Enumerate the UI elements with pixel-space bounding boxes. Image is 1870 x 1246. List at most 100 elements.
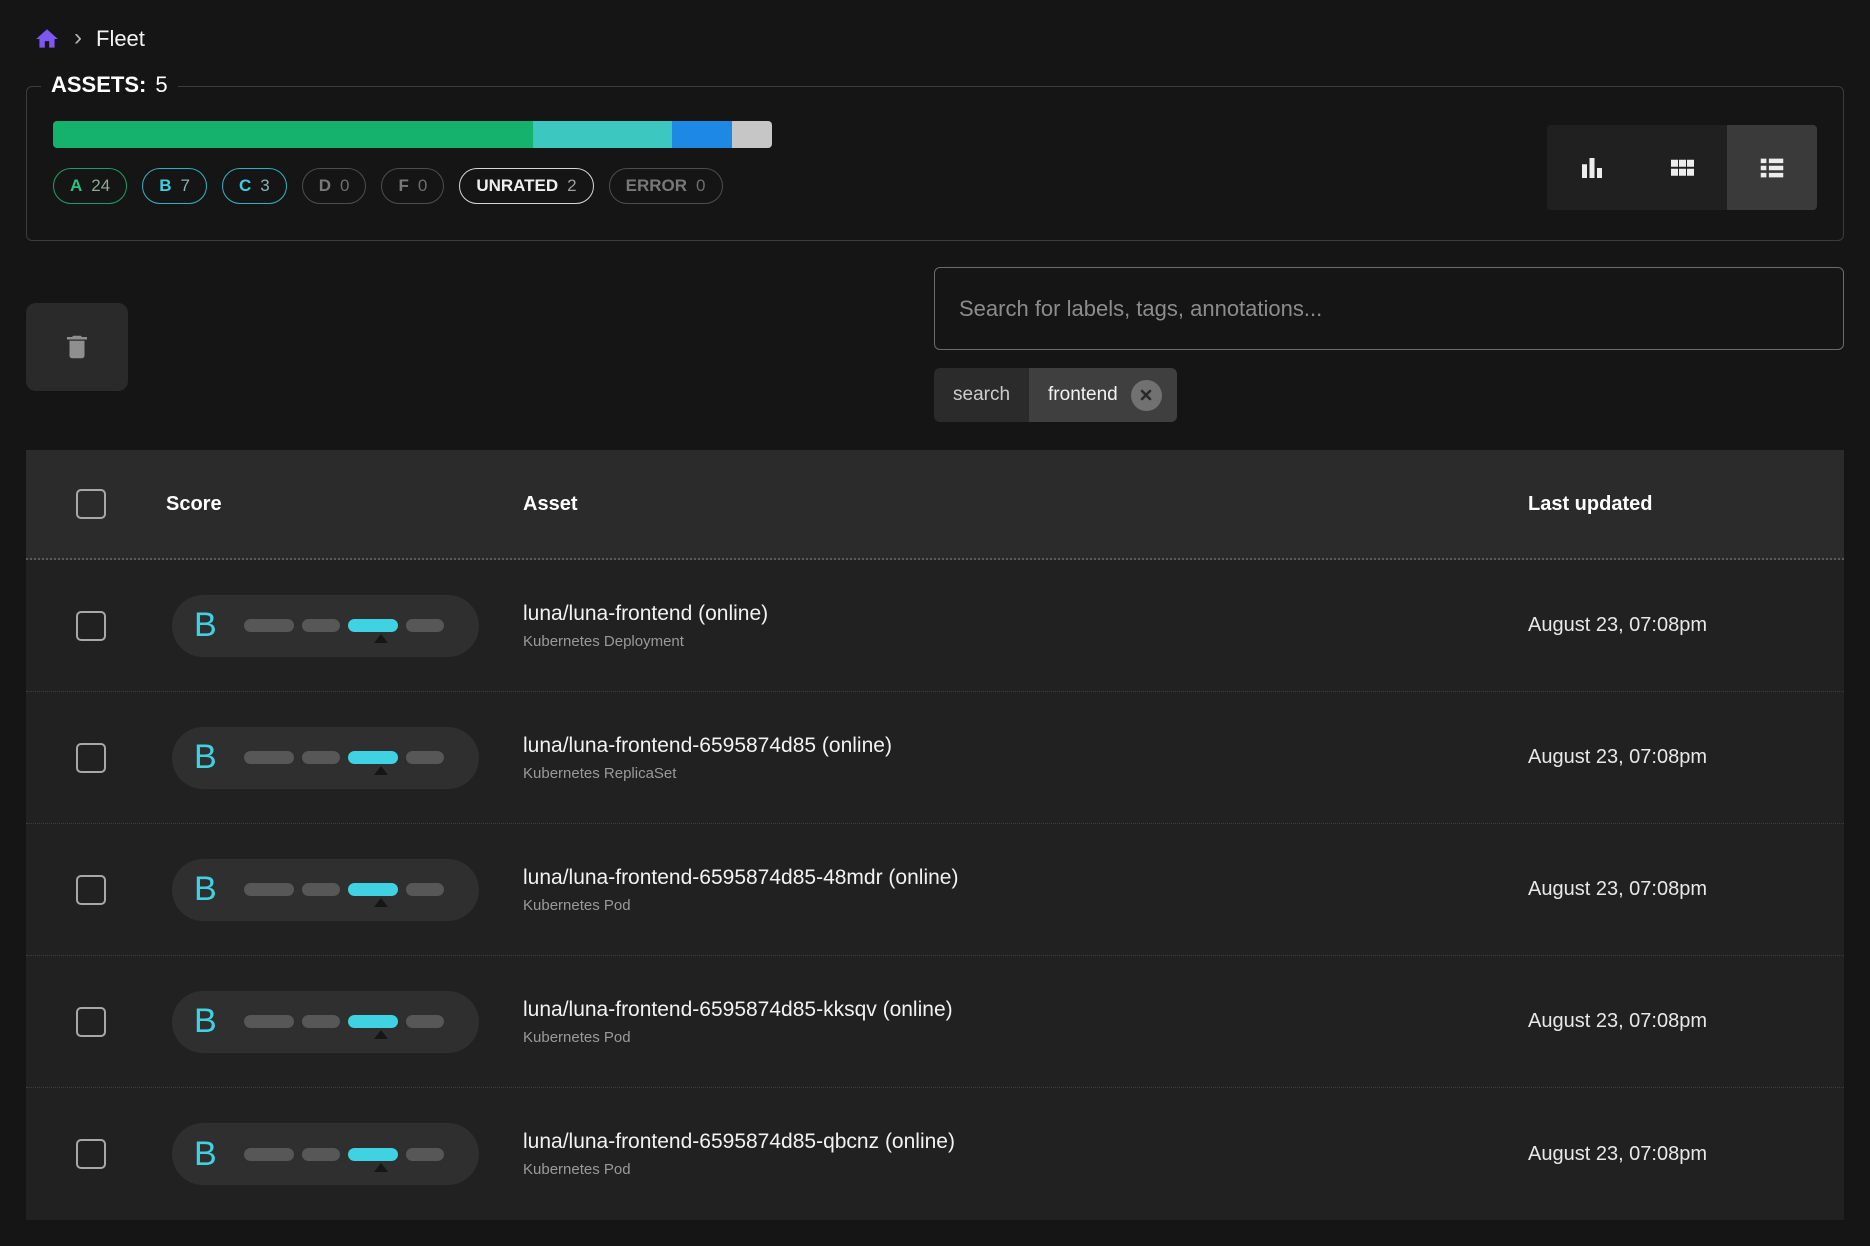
score-grade: B — [194, 606, 224, 645]
delete-button[interactable] — [26, 303, 128, 391]
score-gauge — [244, 619, 444, 632]
score-badge: B — [172, 991, 479, 1053]
row-checkbox[interactable] — [76, 875, 106, 905]
asset-name-link[interactable]: luna/luna-frontend-6595874d85-48mdr (onl… — [523, 866, 1528, 890]
last-updated-value: August 23, 07:08pm — [1528, 614, 1844, 637]
select-all-checkbox[interactable] — [76, 489, 106, 519]
column-header-asset: Asset — [523, 493, 577, 515]
row-checkbox[interactable] — [76, 743, 106, 773]
score-gauge — [244, 751, 444, 764]
grade-pill-error[interactable]: ERROR 0 — [609, 168, 723, 204]
score-badge: B — [172, 859, 479, 921]
pill-count: 2 — [567, 176, 576, 196]
grade-pill-unrated[interactable]: UNRATED 2 — [459, 168, 593, 204]
gauge-bar-active — [348, 1148, 398, 1161]
score-badge: B — [172, 727, 479, 789]
score-pointer-icon — [374, 898, 388, 907]
score-badge: B — [172, 1123, 479, 1185]
table-row[interactable]: B luna/luna-frontend-6595874d85 (online)… — [26, 692, 1844, 824]
pill-grade: ERROR — [626, 176, 687, 196]
search-area: search frontend — [934, 267, 1844, 422]
score-pointer-icon — [374, 1030, 388, 1039]
score-gauge — [244, 1148, 444, 1161]
score-gauge — [244, 1015, 444, 1028]
table-row[interactable]: B luna/luna-frontend-6595874d85-qbcnz (o… — [26, 1088, 1844, 1220]
gauge-bar — [406, 1015, 444, 1028]
grid-view-button[interactable] — [1637, 125, 1727, 210]
asset-name-link[interactable]: luna/luna-frontend (online) — [523, 602, 1528, 626]
pill-count: 7 — [180, 176, 189, 196]
asset-table: Score Asset Last updated B — [26, 450, 1844, 1220]
table-body: B luna/luna-frontend (online) Kubernetes… — [26, 560, 1844, 1220]
gauge-bar — [244, 751, 294, 764]
gauge-bar — [244, 883, 294, 896]
last-updated-value: August 23, 07:08pm — [1528, 1010, 1844, 1033]
asset-type: Kubernetes Pod — [523, 1161, 1528, 1178]
search-input[interactable] — [934, 267, 1844, 350]
asset-name-link[interactable]: luna/luna-frontend-6595874d85-kksqv (onl… — [523, 998, 1528, 1022]
pill-grade: B — [159, 176, 171, 196]
table-header: Score Asset Last updated — [26, 450, 1844, 560]
pill-grade: F — [398, 176, 408, 196]
filter-chip-text: frontend — [1048, 384, 1118, 406]
chart-view-button[interactable] — [1547, 125, 1637, 210]
score-badge: B — [172, 595, 479, 657]
score-gauge — [244, 883, 444, 896]
asset-type: Kubernetes ReplicaSet — [523, 765, 1528, 782]
breadcrumb-separator: › — [74, 26, 82, 50]
filter-chip-key: search — [934, 368, 1029, 422]
list-icon — [1757, 153, 1787, 183]
distribution-segment-b — [533, 121, 672, 148]
assets-label: ASSETS: — [51, 72, 146, 98]
asset-name-link[interactable]: luna/luna-frontend-6595874d85 (online) — [523, 734, 1528, 758]
grade-pill-a[interactable]: A 24 — [53, 168, 127, 204]
column-header-updated: Last updated — [1528, 493, 1652, 515]
grade-pill-c[interactable]: C 3 — [222, 168, 287, 204]
pill-count: 0 — [418, 176, 427, 196]
breadcrumb: › Fleet — [0, 0, 1870, 52]
gauge-bar — [406, 1148, 444, 1161]
pill-count: 0 — [340, 176, 349, 196]
pill-grade: C — [239, 176, 251, 196]
asset-type: Kubernetes Pod — [523, 897, 1528, 914]
gauge-bar — [302, 883, 340, 896]
grid-icon — [1667, 153, 1697, 183]
row-checkbox[interactable] — [76, 1007, 106, 1037]
score-pointer-icon — [374, 766, 388, 775]
home-icon[interactable] — [34, 26, 60, 52]
score-grade: B — [194, 1002, 224, 1041]
score-grade: B — [194, 738, 224, 777]
gauge-bar — [302, 1148, 340, 1161]
gauge-bar-active — [348, 1015, 398, 1028]
grade-pill-b[interactable]: B 7 — [142, 168, 207, 204]
table-row[interactable]: B luna/luna-frontend-6595874d85-kksqv (o… — [26, 956, 1844, 1088]
pill-grade: A — [70, 176, 82, 196]
last-updated-value: August 23, 07:08pm — [1528, 746, 1844, 769]
gauge-bar-active — [348, 751, 398, 764]
score-grade: B — [194, 1135, 224, 1174]
pill-count: 24 — [91, 176, 110, 196]
gauge-bar-active — [348, 619, 398, 632]
assets-count: 5 — [155, 72, 167, 98]
score-pointer-icon — [374, 634, 388, 643]
row-checkbox[interactable] — [76, 1139, 106, 1169]
gauge-bar-active — [348, 883, 398, 896]
breadcrumb-current: Fleet — [96, 26, 145, 52]
asset-name-link[interactable]: luna/luna-frontend-6595874d85-qbcnz (onl… — [523, 1130, 1528, 1154]
list-view-button[interactable] — [1727, 125, 1817, 210]
grade-pill-d[interactable]: D 0 — [302, 168, 367, 204]
filter-chip: search frontend — [934, 368, 1177, 422]
last-updated-value: August 23, 07:08pm — [1528, 878, 1844, 901]
distribution-segment-unrated — [732, 121, 772, 148]
gauge-bar — [406, 883, 444, 896]
trash-icon — [62, 332, 92, 362]
gauge-bar — [302, 751, 340, 764]
remove-filter-button[interactable] — [1131, 380, 1162, 411]
pill-count: 3 — [260, 176, 269, 196]
pill-grade: D — [319, 176, 331, 196]
grade-pill-f[interactable]: F 0 — [381, 168, 444, 204]
row-checkbox[interactable] — [76, 611, 106, 641]
table-row[interactable]: B luna/luna-frontend-6595874d85-48mdr (o… — [26, 824, 1844, 956]
table-row[interactable]: B luna/luna-frontend (online) Kubernetes… — [26, 560, 1844, 692]
pill-count: 0 — [696, 176, 705, 196]
